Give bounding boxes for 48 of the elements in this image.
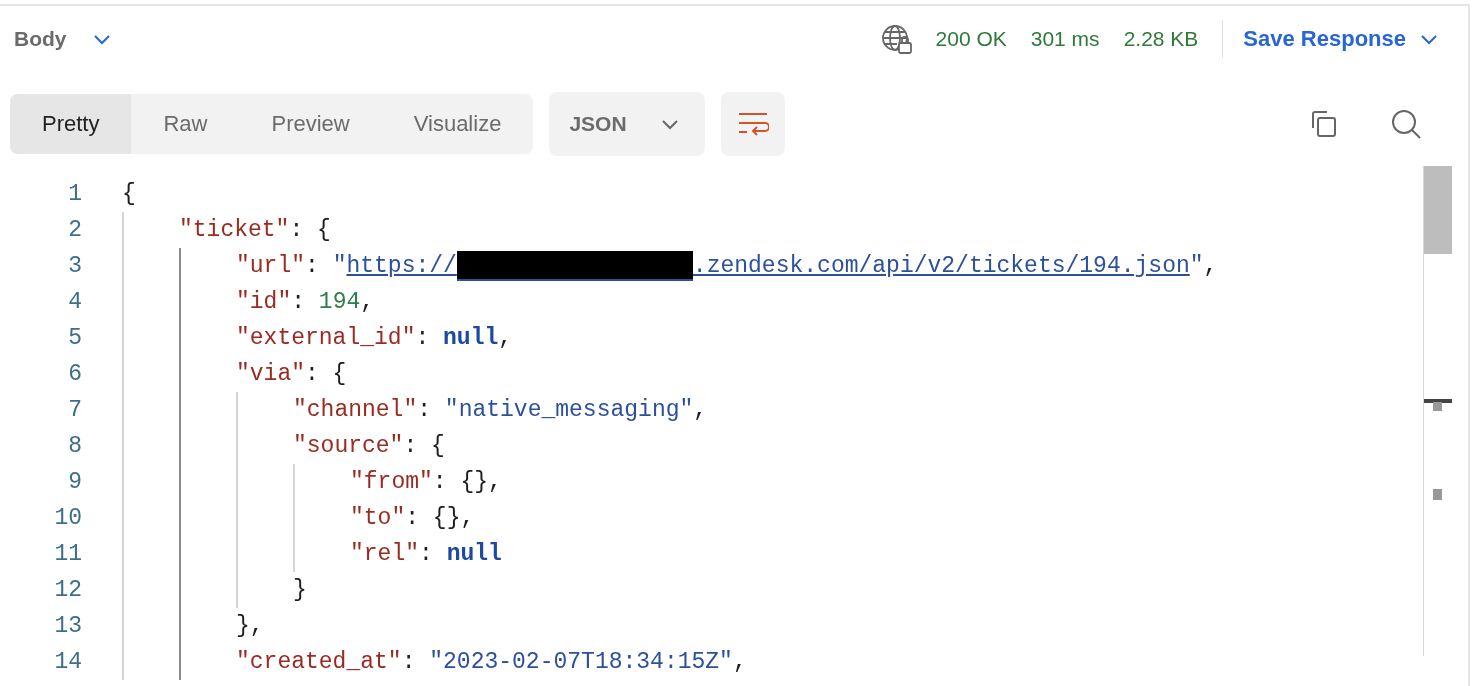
code-line: }	[293, 577, 307, 603]
line-number: 12	[53, 577, 82, 603]
code-line: "rel": null	[350, 541, 502, 567]
status-code: 200 OK	[935, 27, 1007, 51]
line-number: 3	[67, 253, 82, 279]
chevron-down-icon[interactable]	[92, 33, 111, 45]
chevron-down-icon	[660, 118, 679, 130]
code-line: "via": {	[236, 361, 347, 387]
code-line: {	[122, 181, 136, 207]
line-number: 6	[67, 361, 82, 387]
code-line: "ticket": {	[179, 217, 331, 243]
line-number: 11	[53, 541, 82, 567]
globe-lock-icon	[879, 23, 914, 55]
code-line: "id": 194,	[236, 289, 375, 315]
line-number: 9	[67, 469, 82, 495]
line-number: 4	[67, 289, 82, 315]
code-line: "source": {	[293, 433, 445, 459]
line-number: 7	[67, 397, 82, 423]
line-number: 5	[67, 325, 82, 351]
view-tab[interactable]: Pretty	[10, 94, 132, 154]
url-link[interactable]: .zendesk.com/api/v2/tickets/194.json	[692, 253, 1190, 279]
save-response-button[interactable]: Save Response	[1243, 26, 1438, 52]
url-link[interactable]: https://	[346, 253, 457, 279]
line-number: 14	[53, 649, 82, 675]
wrap-lines-button[interactable]	[720, 92, 785, 156]
response-size: 2.28 KB	[1123, 27, 1199, 51]
line-number: 1	[67, 181, 82, 207]
code-line: "external_id": null,	[236, 325, 513, 351]
chevron-down-icon	[1420, 33, 1438, 45]
line-number: 13	[53, 613, 82, 639]
code-line: "channel": "native_messaging",	[293, 397, 708, 423]
view-tab[interactable]: Preview	[239, 94, 382, 154]
view-tab[interactable]: Visualize	[381, 94, 534, 154]
line-number: 8	[67, 433, 82, 459]
response-time: 301 ms	[1030, 27, 1100, 51]
search-icon[interactable]	[1390, 108, 1422, 140]
format-dropdown[interactable]: JSON	[549, 92, 705, 156]
body-label: Body	[14, 27, 67, 51]
code-line: },	[236, 613, 264, 639]
code-line: "from": {},	[350, 469, 502, 495]
line-number: 2	[67, 217, 82, 243]
scrollbar[interactable]	[1423, 166, 1454, 656]
line-number: 10	[53, 505, 82, 531]
code-line: "to": {},	[350, 505, 475, 531]
code-line: "created_at": "2023-02-07T18:34:15Z",	[236, 649, 747, 675]
wrap-lines-icon	[736, 111, 769, 137]
code-line: "url": "https:// .zendesk.com/api/v2/tickets/194.json",	[236, 251, 1218, 281]
view-tab[interactable]: Raw	[131, 94, 240, 154]
